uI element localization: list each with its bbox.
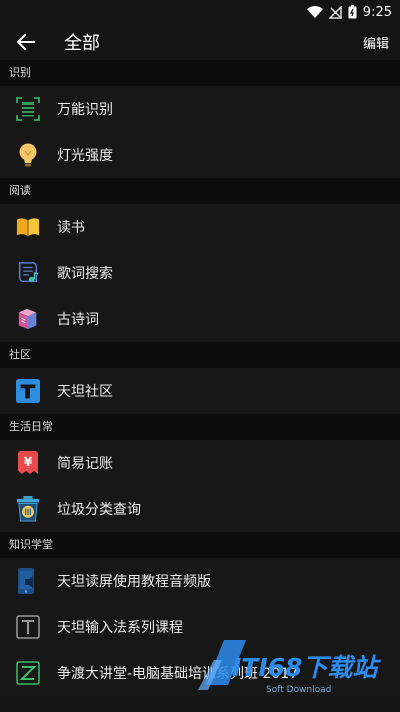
trash-can-icon bbox=[16, 496, 40, 522]
bulb-icon bbox=[16, 143, 40, 167]
yen-tag-icon: ¥ bbox=[16, 451, 40, 475]
wifi-icon bbox=[306, 5, 323, 18]
back-arrow-icon[interactable] bbox=[14, 30, 38, 54]
section-header-community: 社区 bbox=[0, 342, 400, 368]
list-item-tiantan-community[interactable]: 天坦社区 bbox=[0, 368, 400, 414]
section-header-daily-life: 生活日常 bbox=[0, 414, 400, 440]
item-label: 天坦输入法系列课程 bbox=[57, 620, 183, 636]
item-label: 争渡大讲堂-电脑基础培训系列班 2017 bbox=[57, 666, 299, 682]
list-item-ancient-poems[interactable]: 古诗词 bbox=[0, 296, 400, 342]
battery-icon bbox=[348, 5, 357, 19]
status-bar: 9:25 bbox=[0, 0, 400, 24]
edit-button[interactable]: 编辑 bbox=[363, 33, 389, 52]
list-item-input-method-courses[interactable]: 天坦输入法系列课程 bbox=[0, 604, 400, 650]
status-time: 9:25 bbox=[362, 4, 392, 20]
item-label: 读书 bbox=[57, 220, 85, 236]
item-label: 简易记账 bbox=[57, 456, 113, 472]
item-label: 天坦社区 bbox=[57, 384, 113, 400]
phone-audio-icon bbox=[16, 568, 40, 594]
music-note-icon bbox=[16, 261, 40, 285]
book-icon bbox=[16, 215, 40, 239]
scan-icon bbox=[16, 97, 40, 121]
list-item-screen-reader-tutorial[interactable]: 天坦读屏使用教程音频版 bbox=[0, 558, 400, 604]
z-box-icon bbox=[16, 661, 40, 685]
t-logo-icon bbox=[16, 379, 40, 403]
item-label: 歌词搜索 bbox=[57, 266, 113, 282]
item-label: 天坦读屏使用教程音频版 bbox=[57, 574, 211, 590]
t-box-icon bbox=[16, 615, 40, 639]
list-item-simple-bookkeeping[interactable]: ¥ 简易记账 bbox=[0, 440, 400, 486]
page-title: 全部 bbox=[64, 33, 100, 54]
books-stack-icon bbox=[16, 307, 40, 331]
item-label: 灯光强度 bbox=[57, 148, 113, 164]
list-item-garbage-sorting[interactable]: 垃圾分类查询 bbox=[0, 486, 400, 532]
list-item-zhengdu-lecture[interactable]: 争渡大讲堂-电脑基础培训系列班 2017 bbox=[0, 650, 400, 696]
section-header-knowledge-school: 知识学堂 bbox=[0, 532, 400, 558]
section-header-reading: 阅读 bbox=[0, 178, 400, 204]
list-item-read-book[interactable]: 读书 bbox=[0, 204, 400, 250]
no-signal-icon bbox=[328, 5, 342, 19]
app-bar: 全部 编辑 bbox=[0, 24, 400, 60]
list-item-light-intensity[interactable]: 灯光强度 bbox=[0, 132, 400, 178]
item-label: 古诗词 bbox=[57, 312, 99, 328]
svg-text:¥: ¥ bbox=[24, 455, 33, 469]
item-label: 万能识别 bbox=[57, 102, 113, 118]
section-header-recognition: 识别 bbox=[0, 60, 400, 86]
list-item-lyrics-search[interactable]: 歌词搜索 bbox=[0, 250, 400, 296]
list-item-universal-recognition[interactable]: 万能识别 bbox=[0, 86, 400, 132]
item-label: 垃圾分类查询 bbox=[57, 502, 141, 518]
